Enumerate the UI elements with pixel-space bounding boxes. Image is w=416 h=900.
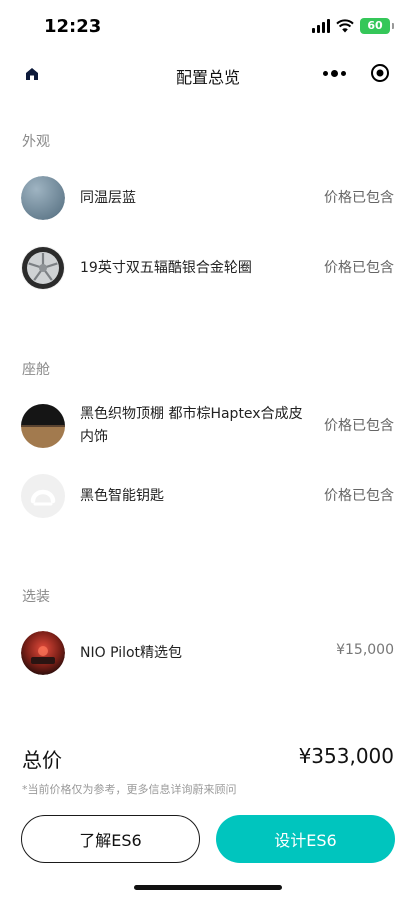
learn-es6-button[interactable]: 了解ES6 [21, 815, 200, 863]
design-es6-button[interactable]: 设计ES6 [216, 815, 395, 863]
target-icon [370, 64, 389, 82]
nav-bar: 配置总览 [0, 56, 416, 92]
item-name: 黑色织物顶棚 都市棕Haptex合成皮内饰 [80, 406, 303, 445]
paint-swatch-icon [21, 176, 65, 220]
status-icons: 60 [312, 18, 394, 34]
wifi-icon [336, 19, 354, 33]
status-time: 12:23 [44, 16, 102, 37]
list-item-key: 黑色智能钥匙 价格已包含 [0, 474, 416, 518]
close-miniprogram-button[interactable] [357, 56, 402, 90]
battery-level: 60 [367, 19, 383, 32]
section-label-exterior: 外观 [22, 134, 50, 150]
price-disclaimer: *当前价格仅为参考，更多信息详询蔚来顾问 [22, 783, 237, 796]
item-name: NIO Pilot精选包 [80, 645, 183, 661]
item-name: 19英寸双五辐酷银合金轮圈 [80, 260, 252, 276]
smart-key-icon [21, 474, 65, 518]
item-name: 同温层蓝 [80, 190, 136, 206]
miniprogram-capsule [312, 56, 402, 90]
list-item-pilot: NIO Pilot精选包 ¥15,000 [0, 631, 416, 675]
list-item-wheel: 19英寸双五辐酷银合金轮圈 价格已包含 [0, 246, 416, 290]
list-item-paint: 同温层蓝 价格已包含 [0, 176, 416, 220]
signal-icon [312, 19, 330, 33]
section-label-options: 选装 [22, 589, 50, 605]
interior-swatch-icon [21, 404, 65, 448]
item-price: 价格已包含 [324, 488, 394, 504]
total-label: 总价 [22, 748, 62, 772]
nio-pilot-icon [21, 631, 65, 675]
more-button[interactable] [312, 56, 357, 90]
status-bar: 12:23 60 [0, 0, 416, 56]
item-price: 价格已包含 [324, 418, 394, 434]
item-name: 黑色智能钥匙 [80, 488, 164, 504]
alloy-wheel-icon [21, 246, 65, 290]
battery-icon: 60 [360, 18, 394, 34]
list-item-interior: 黑色织物顶棚 都市棕Haptex合成皮内饰 价格已包含 [0, 403, 416, 449]
home-indicator[interactable] [134, 885, 282, 890]
item-price: 价格已包含 [324, 190, 394, 206]
item-price: 价格已包含 [324, 260, 394, 276]
section-label-cabin: 座舱 [22, 362, 50, 378]
item-price: ¥15,000 [336, 642, 394, 658]
total-price: ¥353,000 [298, 744, 394, 768]
